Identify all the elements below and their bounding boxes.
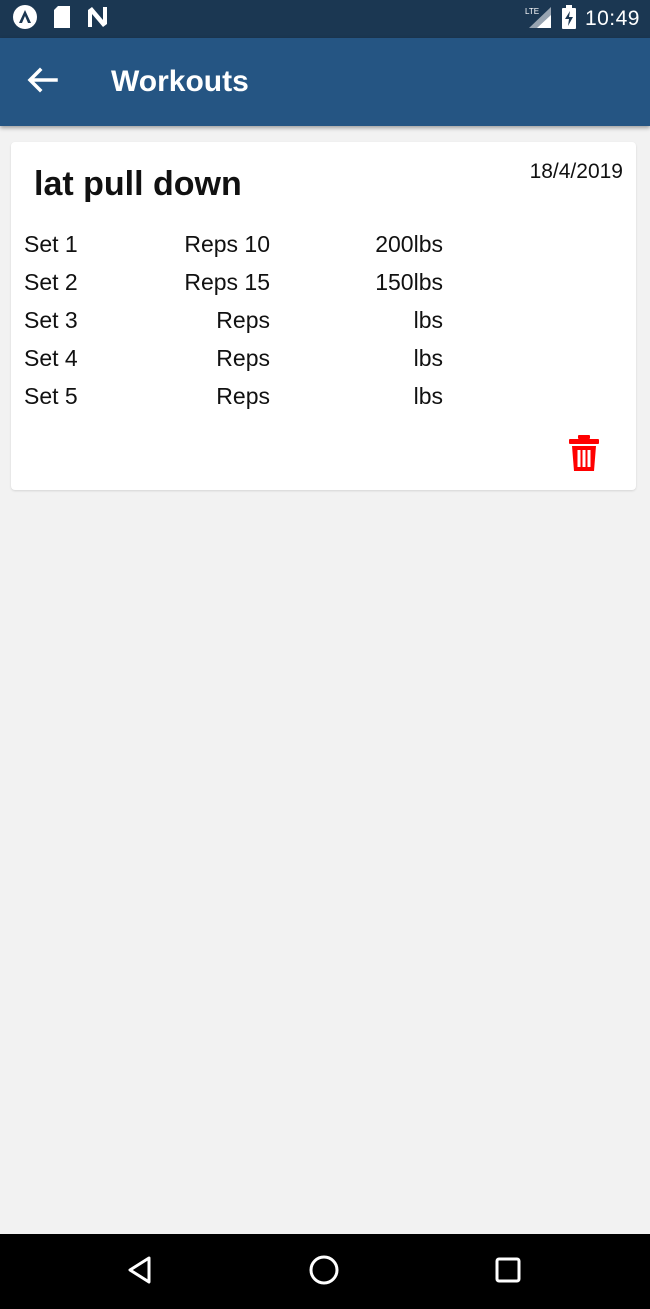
app-bar: Workouts [0, 38, 650, 126]
nav-home-button[interactable] [306, 1254, 342, 1290]
set-row: Set 3 Reps lbs [11, 302, 636, 338]
set-reps: Reps [216, 345, 270, 371]
status-bar: LTE 10:49 [0, 0, 650, 38]
set-row: Set 2 Reps 15 150lbs [11, 264, 636, 300]
set-weight: lbs [413, 383, 443, 409]
app-notification-icon [12, 4, 38, 35]
set-reps: Reps 15 [184, 269, 270, 295]
workout-name: lat pull down [34, 165, 242, 203]
set-weight: lbs [413, 307, 443, 333]
system-nav-bar [0, 1234, 650, 1309]
workout-card: lat pull down 18/4/2019 Set 1 Reps 10 20… [11, 142, 636, 490]
status-right-icons: LTE 10:49 [523, 4, 640, 34]
set-weight: 150lbs [375, 269, 443, 295]
set-label: Set 5 [24, 383, 78, 409]
set-label: Set 1 [24, 231, 78, 257]
nfc-n-icon [86, 6, 112, 33]
set-label: Set 3 [24, 307, 78, 333]
set-reps: Reps [216, 307, 270, 333]
workout-date: 18/4/2019 [529, 160, 623, 183]
battery-icon [561, 4, 577, 34]
set-weight: 200lbs [375, 231, 443, 257]
arrow-back-icon [26, 66, 58, 99]
set-row: Set 4 Reps lbs [11, 340, 636, 376]
trash-icon [567, 435, 601, 476]
set-label: Set 2 [24, 269, 78, 295]
set-reps: Reps [216, 383, 270, 409]
set-row: Set 1 Reps 10 200lbs [11, 226, 636, 262]
signal-icon: LTE [523, 5, 553, 34]
svg-text:LTE: LTE [525, 7, 539, 16]
nav-back-button[interactable] [122, 1254, 158, 1290]
set-label: Set 4 [24, 345, 78, 371]
set-weight: lbs [413, 345, 443, 371]
home-circle-icon [307, 1253, 341, 1292]
status-left-icons [12, 4, 112, 35]
page-title: Workouts [111, 65, 249, 98]
back-triangle-icon [125, 1255, 155, 1290]
set-reps: Reps 10 [184, 231, 270, 257]
sd-card-icon [52, 5, 72, 34]
back-button[interactable] [22, 62, 62, 102]
set-row: Set 5 Reps lbs [11, 378, 636, 414]
nav-recents-button[interactable] [490, 1254, 526, 1290]
recents-square-icon [493, 1255, 523, 1290]
status-time: 10:49 [584, 7, 640, 30]
delete-workout-button[interactable] [567, 434, 601, 472]
